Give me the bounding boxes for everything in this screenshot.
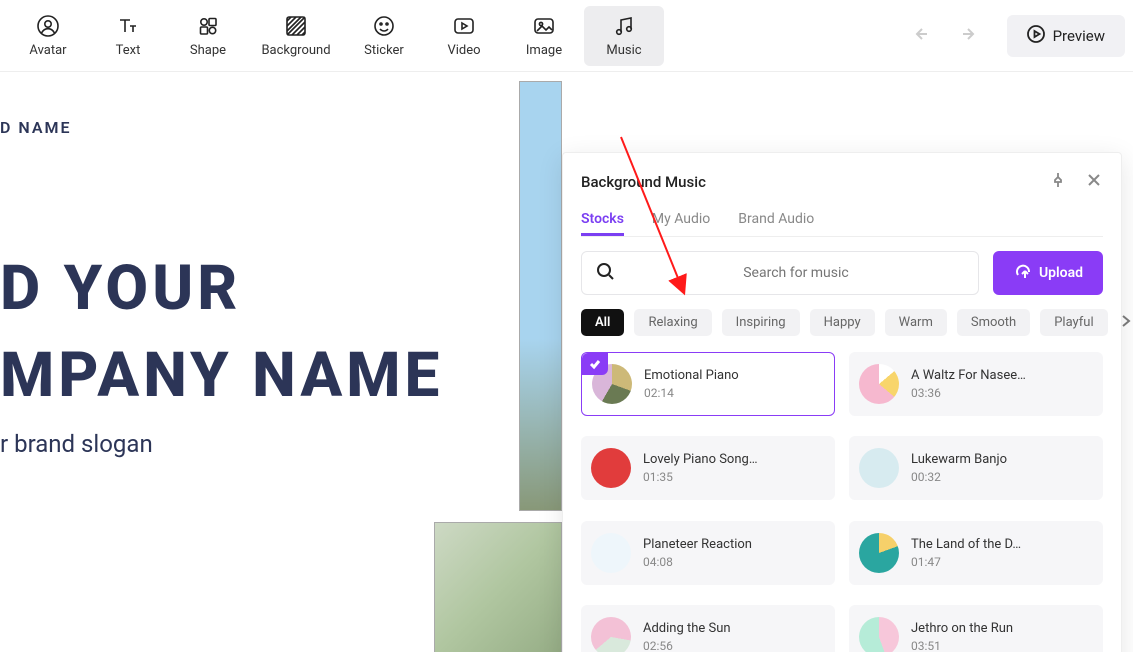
tool-background[interactable]: Background (248, 6, 344, 66)
panel-title: Background Music (581, 173, 1049, 191)
track-title: Lukewarm Banjo (911, 452, 1007, 467)
track-art (859, 533, 899, 573)
panel-tabs: Stocks My Audio Brand Audio (581, 205, 1103, 237)
chip-happy[interactable]: Happy (810, 309, 875, 336)
image-icon (531, 13, 557, 39)
track-duration: 02:14 (644, 386, 739, 400)
tool-label: Video (447, 43, 480, 58)
search-box[interactable] (581, 251, 979, 295)
chevron-right-icon[interactable] (1118, 313, 1133, 333)
play-icon (1027, 25, 1045, 47)
tab-stocks[interactable]: Stocks (581, 205, 624, 236)
chip-smooth[interactable]: Smooth (957, 309, 1030, 336)
music-icon (611, 13, 637, 39)
track-title: A Waltz For Nasee… (911, 368, 1026, 383)
track-grid: Emotional Piano 02:14 A Waltz For Nasee… 03… (581, 352, 1103, 652)
track-title: Emotional Piano (644, 368, 739, 383)
tool-label: Avatar (29, 43, 66, 58)
tool-label: Shape (190, 43, 226, 58)
brand-name-label: D NAME (0, 118, 72, 137)
video-icon (451, 13, 477, 39)
track-item[interactable]: Jethro on the Run 03:51 (849, 605, 1103, 652)
track-duration: 03:36 (911, 386, 1026, 400)
track-art (591, 533, 631, 573)
chip-all[interactable]: All (581, 309, 624, 336)
track-duration: 03:51 (911, 639, 1013, 652)
tool-shape[interactable]: Shape (168, 6, 248, 66)
music-panel: Background Music Stocks My Audio Brand A… (562, 152, 1122, 652)
chip-inspiring[interactable]: Inspiring (722, 309, 800, 336)
track-duration: 02:56 (643, 639, 731, 652)
chip-warm[interactable]: Warm (885, 309, 947, 336)
track-duration: 04:08 (643, 555, 752, 569)
slogan: r brand slogan (0, 430, 153, 458)
redo-icon[interactable] (955, 23, 977, 49)
text-icon (115, 13, 141, 39)
track-title: Planeteer Reaction (643, 537, 752, 552)
track-title: The Land of the D… (911, 537, 1021, 552)
track-title: Adding the Sun (643, 621, 731, 636)
pin-icon[interactable] (1049, 171, 1067, 193)
tool-label: Music (606, 43, 641, 58)
preview-button[interactable]: Preview (1007, 15, 1125, 57)
track-item[interactable]: The Land of the D… 01:47 (849, 521, 1103, 585)
tool-image[interactable]: Image (504, 6, 584, 66)
track-title: Jethro on the Run (911, 621, 1013, 636)
undo-redo (913, 23, 977, 49)
tab-my-audio[interactable]: My Audio (652, 205, 710, 236)
toolbar: Avatar Text Shape Background Sticker Vid… (0, 0, 1133, 72)
track-art (859, 448, 899, 488)
tool-music[interactable]: Music (584, 6, 664, 66)
tab-brand-audio[interactable]: Brand Audio (738, 205, 814, 236)
tool-label: Background (261, 43, 330, 58)
canvas-photo-strip (519, 81, 562, 511)
check-icon (582, 353, 608, 375)
track-item[interactable]: Lukewarm Banjo 00:32 (849, 436, 1103, 500)
chip-playful[interactable]: Playful (1040, 309, 1107, 336)
tool-video[interactable]: Video (424, 6, 504, 66)
track-art (591, 448, 631, 488)
undo-icon[interactable] (913, 23, 935, 49)
upload-label: Upload (1039, 265, 1083, 281)
track-item[interactable]: Adding the Sun 02:56 (581, 605, 835, 652)
preview-label: Preview (1053, 27, 1105, 45)
track-art (859, 617, 899, 652)
canvas: D NAME D YOUR MPANY NAME r brand slogan … (0, 72, 1133, 652)
search-input[interactable] (628, 265, 964, 281)
track-item[interactable]: Emotional Piano 02:14 (581, 352, 835, 416)
upload-button[interactable]: Upload (993, 251, 1103, 295)
tool-label: Sticker (364, 43, 404, 58)
sticker-icon (371, 13, 397, 39)
headline-line2: MPANY NAME (0, 333, 443, 420)
track-item[interactable]: Planeteer Reaction 04:08 (581, 521, 835, 585)
tool-sticker[interactable]: Sticker (344, 6, 424, 66)
track-art (859, 364, 899, 404)
track-duration: 01:35 (643, 470, 758, 484)
track-art (591, 617, 631, 652)
tool-label: Text (116, 43, 141, 58)
track-duration: 00:32 (911, 470, 1007, 484)
avatar-icon (35, 13, 61, 39)
shape-icon (195, 13, 221, 39)
search-icon (596, 262, 614, 284)
tool-label: Image (526, 43, 562, 58)
tool-text[interactable]: Text (88, 6, 168, 66)
headline-line1: D YOUR (0, 246, 443, 333)
track-duration: 01:47 (911, 555, 1021, 569)
chip-row: All Relaxing Inspiring Happy Warm Smooth… (581, 309, 1103, 336)
track-item[interactable]: Lovely Piano Song… 01:35 (581, 436, 835, 500)
tool-avatar[interactable]: Avatar (8, 6, 88, 66)
upload-icon (1013, 262, 1031, 284)
track-title: Lovely Piano Song… (643, 452, 758, 467)
headline: D YOUR MPANY NAME (0, 246, 443, 420)
close-icon[interactable] (1085, 171, 1103, 193)
background-icon (283, 13, 309, 39)
canvas-photo-room (434, 522, 562, 652)
chip-relaxing[interactable]: Relaxing (634, 309, 711, 336)
track-item[interactable]: A Waltz For Nasee… 03:36 (849, 352, 1103, 416)
